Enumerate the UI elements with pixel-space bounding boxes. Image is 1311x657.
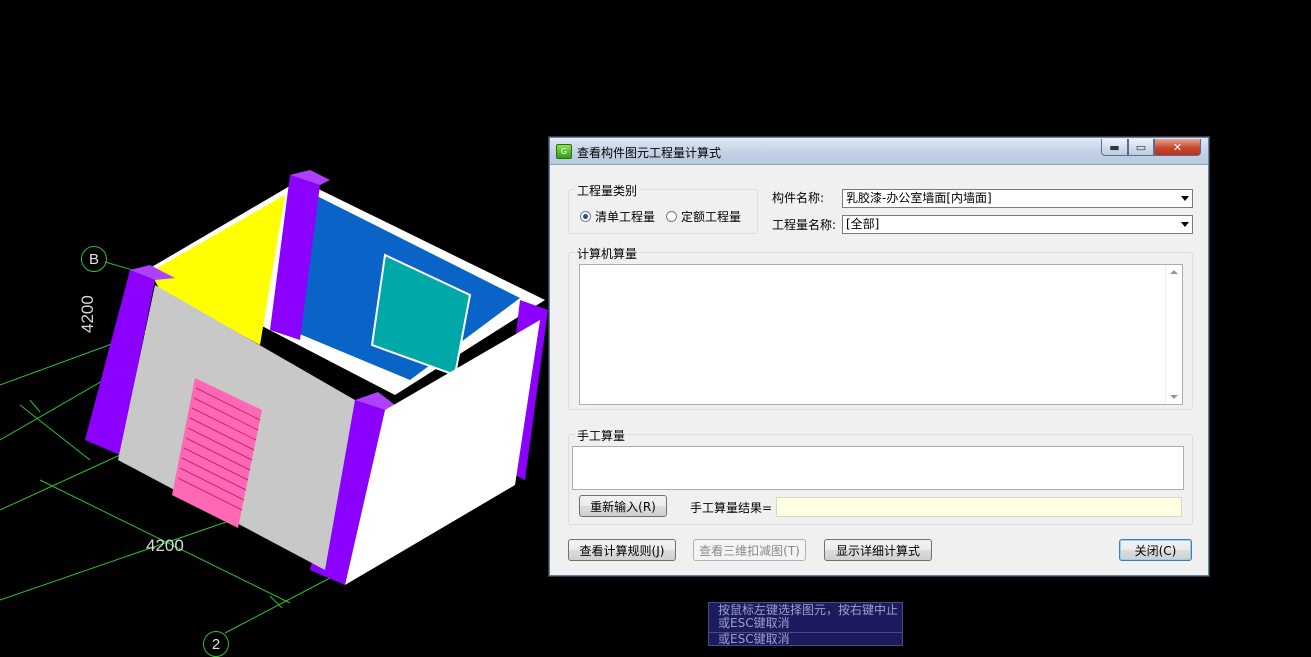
manual-result-label: 手工算量结果= [690,501,773,515]
radio-bill-quantity[interactable]: 清单工程量 [580,208,655,225]
tip-line-2: 或ESC键取消 [718,616,790,630]
computer-calc-textarea[interactable] [579,264,1183,405]
scroll-down-icon[interactable] [1170,395,1178,399]
computer-calc-scrollbar[interactable] [1165,265,1182,404]
radio-quota-quantity[interactable]: 定额工程量 [666,208,741,225]
manual-calc-textarea[interactable] [572,446,1184,490]
manual-calc-title: 手工算量 [575,427,628,444]
view-3d-deduction-button[interactable]: 查看三维扣减图(T) [693,539,806,561]
axis-bubble-b: B [81,246,107,272]
axis-bubble-2: 2 [203,631,229,657]
manual-result-field[interactable] [776,497,1182,517]
reenter-button[interactable]: 重新输入(R) [579,495,667,517]
component-name-label: 构件名称: [772,191,825,205]
close-window-button[interactable]: ✕ [1154,139,1201,156]
quantity-name-value: [全部] [846,217,880,231]
computer-calc-title: 计算机算量 [575,245,640,262]
radio-quota-quantity-dot[interactable] [666,211,677,222]
manual-calc-group: 手工算量 重新输入(R) 手工算量结果= [568,427,1193,525]
minimize-button[interactable]: ▬ [1101,139,1128,156]
quantity-formula-dialog: G 查看构件图元工程量计算式 ▬ ▭ ✕ 工程量类别 清单工程量 定额工程量 构… [549,137,1209,576]
view-rules-button[interactable]: 查看计算规则(J) [568,539,676,561]
quantity-name-label: 工程量名称: [772,218,837,232]
quantity-type-group: 工程量类别 清单工程量 定额工程量 [568,182,758,234]
dimension-label-horizontal: 4200 [146,536,184,555]
radio-quota-quantity-label: 定额工程量 [681,210,742,224]
maximize-button[interactable]: ▭ [1128,139,1154,156]
app-icon: G [556,144,572,159]
radio-bill-quantity-label: 清单工程量 [595,210,656,224]
tip-line-3: 或ESC键取消 [718,632,790,646]
chevron-down-icon[interactable] [1181,196,1189,201]
dialog-title: 查看构件图元工程量计算式 [577,146,722,160]
dimension-label-vertical: 4200 [78,295,97,333]
quantity-type-title: 工程量类别 [575,182,640,199]
computer-calc-group: 计算机算量 [568,245,1193,410]
close-button[interactable]: 关闭(C) [1119,539,1192,561]
command-prompt-tip: 按鼠标左键选择图元，按右键中止 或ESC键取消 或ESC键取消 [708,602,903,646]
show-detail-button[interactable]: 显示详细计算式 [824,539,932,561]
quantity-name-select[interactable]: [全部] [842,215,1193,234]
scroll-up-icon[interactable] [1170,270,1178,274]
dialog-titlebar[interactable]: G 查看构件图元工程量计算式 ▬ ▭ ✕ [550,138,1208,165]
chevron-down-icon[interactable] [1181,222,1189,227]
component-name-select[interactable]: 乳胶漆-办公室墙面[内墙面] [842,189,1193,208]
radio-bill-quantity-dot[interactable] [580,211,591,222]
component-name-value: 乳胶漆-办公室墙面[内墙面] [846,191,992,205]
